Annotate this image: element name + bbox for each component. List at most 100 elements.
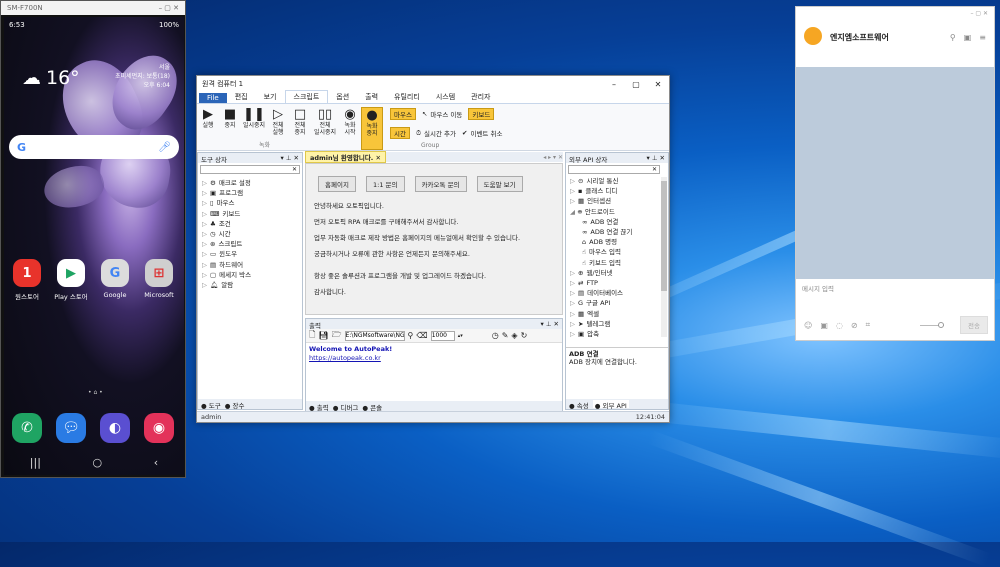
pin-icon[interactable]: ▾ ⊥ ✕	[646, 154, 665, 162]
phone-app-icon[interactable]: ✆	[12, 413, 42, 443]
new-icon[interactable]: 🗋︎	[309, 329, 315, 343]
tool-item[interactable]: ▷ ⚙ 매크로 설정	[202, 178, 302, 188]
menu-options[interactable]: 옵션	[328, 91, 357, 103]
record-start-button[interactable]: ◉ 녹화 시작	[339, 107, 361, 150]
time-toggle[interactable]: 시간	[390, 127, 410, 139]
recent-apps-icon[interactable]: |||	[30, 456, 41, 469]
avatar[interactable]	[804, 27, 822, 45]
run-all-button[interactable]: ▷ 전체 실행	[267, 107, 289, 150]
app-microsoft-folder[interactable]: ⊞ Microsoft	[140, 259, 178, 299]
website-link[interactable]: https://autopeak.co.kr	[309, 354, 559, 363]
chat-window-controls[interactable]: – ▢ ✕	[970, 10, 988, 17]
pause-all-button[interactable]: ▯▯ 전체 일시중지	[311, 107, 339, 150]
document-tab-bar[interactable]: admin님 환영합니다. ✕ ◂ ▸ ▾ ✕	[305, 151, 563, 163]
chat-window[interactable]: – ▢ ✕ 엔지엠소프트웨어 ⚲ ▣ ≡ 메시지 입력 ☺ ▣ ◌ ⊘ ⌗ 전송	[795, 6, 995, 341]
refresh-icon[interactable]: ↻	[521, 331, 528, 340]
event-cancel-toggle[interactable]: ✔ 이벤트 취소	[462, 127, 502, 139]
message-input[interactable]: 메시지 입력	[802, 283, 834, 293]
tool-item[interactable]: ▷ ⌨ 키보드	[202, 209, 302, 219]
tool-item[interactable]: ▷ ◷ 시간	[202, 229, 302, 239]
keyboard-toggle[interactable]: 키보드	[468, 108, 495, 120]
chat-header-icons[interactable]: ⚲ ▣ ≡	[950, 33, 986, 42]
tool-tree[interactable]: ▷ ⚙ 매크로 설정 ▷ ▣ 프로그램 ▷ ▯ 마우스 ▷ ⌨ 키보드 ▷ ♣ 조건 ▷ ◷ 시간 ▷ ⊛…	[198, 178, 302, 290]
record-options[interactable]: 마우스 ↖ 마우스 이동 키보드 시간 ⏰︎ 실시간 추가 ✔ 이벤트 취소	[387, 107, 505, 150]
menu-output[interactable]: 출력	[357, 91, 386, 103]
close-icon[interactable]: ✕	[647, 80, 669, 89]
stop-all-button[interactable]: □ 전체 중지	[289, 107, 311, 150]
tool-search-input[interactable]: ✕	[200, 165, 300, 174]
maximize-icon[interactable]: ▢	[625, 80, 647, 89]
paint-icon[interactable]: ◈	[511, 331, 517, 340]
api-tree[interactable]: ▷ ⊝ 시리얼 통신 ▷ ▪ 클래스 디디 ▷ ▦ 인터셉션 ◢ 🤖︎ 안드로이드 ∞ ADB 연…	[566, 176, 668, 339]
api-item[interactable]: ▷ ➤ 텔레그램	[570, 319, 668, 329]
internet-app-icon[interactable]: ◐	[100, 413, 130, 443]
search-icon[interactable]: ⚲	[950, 33, 956, 42]
api-item[interactable]: ▷ G 구글 API	[570, 298, 668, 308]
properties-tab[interactable]: ● 속성	[569, 400, 589, 410]
tool-item[interactable]: ▷ ⊛ 스크립트	[202, 239, 302, 249]
bubble-icon[interactable]: ◌	[836, 321, 843, 330]
tool-item[interactable]: ▷ ▣ 프로그램	[202, 188, 302, 198]
api-panel-footer[interactable]: ● 속성 ● 외부 API	[566, 399, 668, 410]
output-header[interactable]: 출력 ▾ ⊥ ✕	[306, 319, 562, 330]
api-item[interactable]: ▷ ▣ 압축	[570, 329, 668, 339]
save-icon[interactable]: 💾︎	[318, 331, 328, 340]
api-subitem[interactable]: ⌂ ADB 명령	[570, 237, 668, 247]
inquiry-button[interactable]: 1:1 문의	[366, 176, 405, 192]
record-stop-button[interactable]: ● 녹화 중지	[361, 107, 383, 150]
minimize-icon[interactable]: –	[603, 80, 625, 89]
menu-bar[interactable]: File 편집 보기 스크립트 옵션 출력 유틸리티 시스템 관리자	[197, 90, 669, 104]
output-panel[interactable]: 출력 ▾ ⊥ ✕ 🗋︎💾︎ 🗁︎ ⚲⌫ ▴▾ ◷✎◈ ↻ Welcome to Aut…	[305, 318, 563, 412]
tab-output[interactable]: ● 출력	[309, 402, 329, 412]
weather-widget[interactable]: ☁ 16°	[22, 67, 80, 89]
pin-icon[interactable]: ▾ ⊥ ✕	[540, 320, 559, 328]
home-icon[interactable]: ○	[93, 456, 103, 469]
camera-app-icon[interactable]: ◉	[144, 413, 174, 443]
api-subitem[interactable]: ☝ 키보드 입력	[570, 258, 668, 268]
tool-item[interactable]: ▷ ▯ 마우스	[202, 198, 302, 208]
kakaotalk-button[interactable]: 카카오톡 문의	[414, 176, 467, 192]
api-item[interactable]: ▷ ⊝ 시리얼 통신	[570, 176, 668, 186]
api-scrollbar[interactable]	[661, 177, 667, 337]
drawer-icon[interactable]: ▣	[964, 33, 972, 42]
pin-icon[interactable]: ▾ ⊥ ✕	[280, 154, 299, 162]
menu-icon[interactable]: ≡	[979, 33, 986, 42]
app-onestore[interactable]: 1 원스토어	[8, 259, 46, 301]
tool-panel[interactable]: 도구 상자 ▾ ⊥ ✕ ✕ ▷ ⚙ 매크로 설정 ▷ ▣ 프로그램 ▷ ▯ 마우스 ▷ ⌨ 키보드…	[197, 152, 303, 410]
eraser-icon[interactable]: ⌫	[416, 331, 427, 340]
app-play-store[interactable]: ▶ Play 스토어	[52, 259, 90, 301]
phone-nav-bar[interactable]: ||| ○ ‹	[4, 456, 184, 469]
tab-debug[interactable]: ● 디버그	[333, 402, 359, 412]
menu-edit[interactable]: 편집	[227, 91, 256, 103]
phone-mirror-window[interactable]: SM-F700N – ▢ ✕ 6:53 100% ☁ 16° 서울 초미세먼지: 보통(…	[0, 0, 186, 478]
app-google-folder[interactable]: G Google	[96, 259, 134, 299]
log-path-input[interactable]	[344, 330, 405, 341]
stop-button[interactable]: ■ 중지	[219, 107, 241, 150]
tab-console[interactable]: ● 콘솔	[362, 402, 382, 412]
tool-item[interactable]: ▷ ▤ 하드웨어	[202, 260, 302, 270]
output-tabs[interactable]: ● 출력 ● 디버그 ● 콘솔	[306, 401, 562, 412]
messages-app-icon[interactable]: 💬︎	[56, 413, 86, 443]
api-item[interactable]: ▷ ▪ 클래스 디디	[570, 186, 668, 196]
api-item[interactable]: ▷ ⊕ 웹/인터넷	[570, 268, 668, 278]
mic-icon[interactable]: 🎤︎	[158, 142, 171, 153]
favorites-tab[interactable]: ● 장수	[225, 400, 245, 410]
chat-toolbar[interactable]: ☺ ▣ ◌ ⊘ ⌗ 전송	[804, 316, 988, 334]
api-item[interactable]: ▷ ⇄ FTP	[570, 278, 668, 288]
api-subitem[interactable]: ∞ ADB 연결	[570, 217, 668, 227]
google-search-bar[interactable]: G 🎤︎	[9, 135, 179, 159]
api-panel-header[interactable]: 외부 API 상자 ▾ ⊥ ✕	[566, 153, 668, 164]
tab-nav-icon[interactable]: ◂ ▸ ▾ ✕	[543, 154, 563, 161]
welcome-tab[interactable]: admin님 환영합니다. ✕	[305, 151, 386, 163]
ribbon-toolbar[interactable]: ▶ 실행 ■ 중지 ❚❚ 일시중지 ▷ 전체 실행 □ 전체 중지 ▯▯ 전체 일시중지 ◉…	[197, 104, 669, 151]
api-subitem[interactable]: ☝ 마우스 입력	[570, 247, 668, 257]
api-item[interactable]: ◢ 🤖︎ 안드로이드	[570, 207, 668, 217]
external-api-tab[interactable]: ● 외부 API	[592, 400, 629, 410]
help-button[interactable]: 도움말 보기	[476, 176, 523, 192]
menu-file[interactable]: File	[199, 93, 227, 103]
tool-panel-header[interactable]: 도구 상자 ▾ ⊥ ✕	[198, 153, 302, 164]
back-icon[interactable]: ‹	[154, 456, 158, 469]
window-title-bar[interactable]: 원격 컴퓨터 1 – ▢ ✕	[197, 76, 669, 92]
clock-icon[interactable]: ◷	[492, 331, 499, 340]
tool-tab[interactable]: ● 도구	[201, 400, 221, 410]
